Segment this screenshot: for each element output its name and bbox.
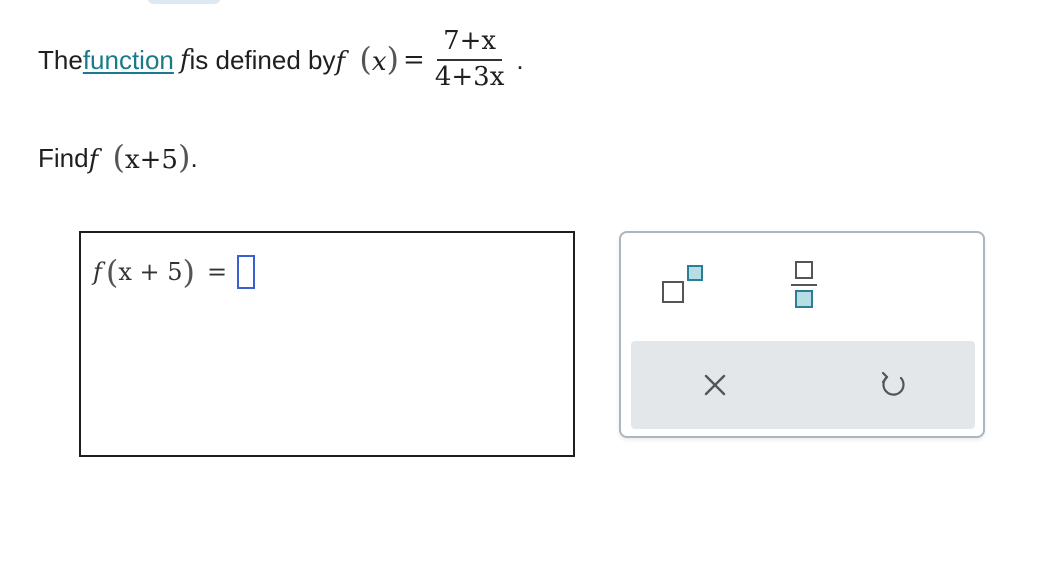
undo-icon [881,371,905,396]
answer-entry-slot[interactable] [237,255,256,289]
function-variable: x [371,47,387,77]
function-fraction: 7+x 4+3x [429,26,511,93]
function-link[interactable]: function [83,45,174,76]
problem-statement: The function f is defined by f (x) = 7+x… [38,26,524,93]
find-period: . [190,142,198,173]
clear-icon [704,374,726,396]
function-definition-lhs: f (x) [335,40,400,78]
find-function-name: f [88,145,99,175]
intro-text-post: is defined by [189,44,336,75]
find-prompt: Find f (x+5) . [38,138,198,178]
fraction-top-box [795,261,813,279]
equals-sign: = [403,45,425,75]
exponent-base-box [662,281,684,303]
math-palette [619,231,985,438]
function-name: f [179,45,190,75]
fraction-numerator: 7+x [437,26,503,61]
top-tab [148,0,220,4]
exponent-template-button[interactable] [659,261,715,311]
function-name-2: f [335,47,346,77]
fraction-denominator: 4+3x [434,62,505,92]
answer-equals-sign: = [207,258,228,286]
clear-button[interactable] [699,369,731,401]
fraction-bar [791,284,817,286]
sentence-period: . [516,44,524,75]
fraction-template-button[interactable] [786,259,826,313]
answer-argument: x + 5 [118,258,183,286]
fraction-bottom-box [795,290,813,308]
answer-input-area[interactable]: f (x + 5) = [79,231,575,457]
find-expression: f (x+5) [88,138,191,176]
exponent-superscript-box [687,265,703,281]
intro-text-pre: The [38,44,83,75]
undo-button[interactable] [875,367,911,403]
answer-function-name: f [93,258,102,286]
find-label: Find [38,142,89,173]
answer-expression: f (x + 5) = [93,255,256,289]
find-argument: x+5 [124,145,178,175]
palette-action-bar [631,341,975,429]
